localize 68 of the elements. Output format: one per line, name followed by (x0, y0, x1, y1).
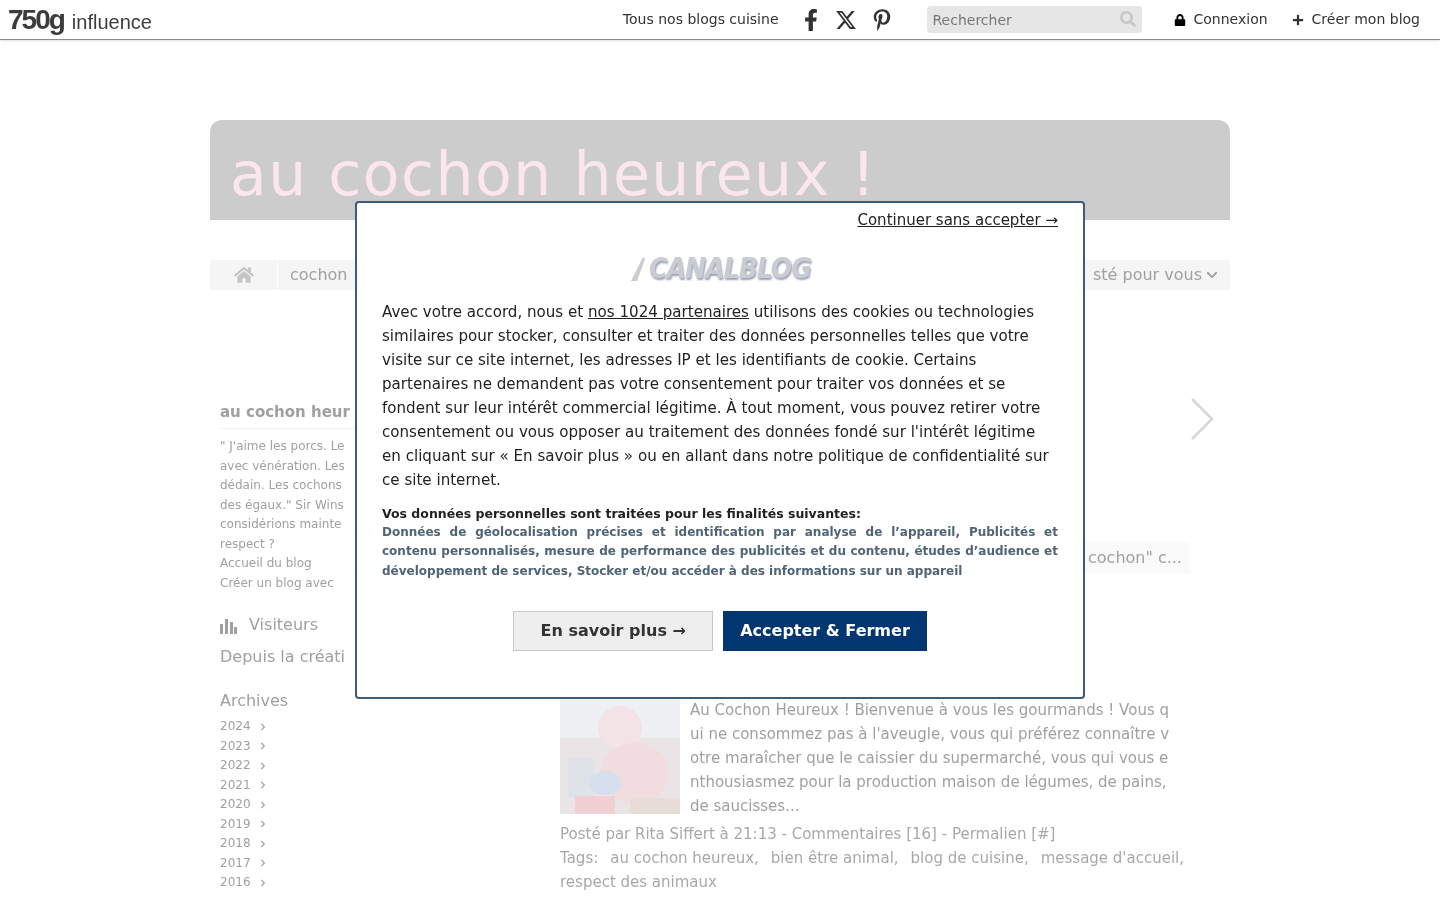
archive-year-link[interactable]: 2016 (220, 873, 267, 893)
chevron-icon (258, 761, 267, 770)
tags-label: Tags: (560, 848, 599, 869)
sidebar-link[interactable]: Créer un blog avec (220, 573, 334, 593)
partners-link[interactable]: nos 1024 partenaires (588, 302, 749, 321)
continue-without-accepting-link[interactable]: Continuer sans accepter → (857, 209, 1058, 232)
tag-link[interactable]: au cochon heureux, (610, 846, 759, 870)
archive-year-link[interactable]: 2021 (220, 775, 267, 795)
visitors-text: Depuis la créati (220, 647, 346, 666)
archive-year-link[interactable]: 2024 (220, 717, 267, 737)
logo-word[interactable]: influence (71, 6, 152, 37)
archive-year-link[interactable]: 2019 (220, 814, 267, 834)
accept-button[interactable]: Accepter & Fermer (723, 611, 927, 651)
purposes-text: Données de géolocalisation précises et identification par analyse de l’appareil, Publicités et contenu personnalisés, mesure de performance des publicités et du contenu, études d’audience et développement de services, Stocker et/ou accéder à des informations sur un appareil (382, 523, 1058, 580)
chevron-icon (258, 839, 267, 848)
home-icon (233, 265, 254, 285)
chevron-icon (258, 781, 267, 790)
article-text-line: otre maraîcher que le caissier du supermarché, vous qui vous e (690, 748, 1170, 769)
plus-icon (1291, 13, 1304, 26)
article-text-line: nthousiasmez pour la production maison de légumes, de pains, (690, 772, 1168, 793)
quote-line: considérions mainte (220, 516, 342, 533)
article-text-line: Au Cochon Heureux ! Bienvenue à vous les gourmands ! Vous q (690, 700, 1170, 721)
chevron-icon (258, 878, 267, 887)
login-link[interactable]: Connexion (1173, 9, 1268, 30)
archive-year-link[interactable]: 2022 (220, 756, 267, 776)
sidebar-link[interactable]: Accueil du blog (220, 554, 312, 574)
quote-line: respect ? (220, 535, 275, 553)
quote-line: " J'aime les porcs. Le (220, 438, 345, 455)
sidebar-title: au cochon heur (220, 403, 350, 421)
x-icon[interactable] (834, 8, 857, 31)
article-text-line: de saucisses... (690, 796, 801, 817)
lock-icon (1173, 13, 1186, 26)
search-field[interactable]: Rechercher (926, 6, 1142, 33)
purposes-title: Vos données personnelles sont traitées pour les finalités suivantes: (382, 504, 862, 523)
search-icon (1119, 11, 1136, 27)
article-text-line: ui ne consommez pas à l'aveugle, vous qui préférez connaître v (690, 724, 1170, 745)
archive-year-link[interactable]: 2018 (220, 834, 267, 854)
post-meta: Posté par Rita Siffert à 21:13 - Commentaires [16] - Permalien [#] (560, 824, 1057, 845)
blogs-link[interactable]: Tous nos blogs cuisine (622, 9, 779, 30)
bar-chart-icon (220, 616, 237, 634)
chevron-icon (258, 800, 267, 809)
visitors-title: Visiteurs (249, 614, 318, 636)
tag-link[interactable]: blog de cuisine, (910, 846, 1029, 870)
archive-year-link[interactable]: 2023 (220, 736, 267, 756)
chevron-icon (258, 820, 267, 829)
pinterest-icon[interactable] (872, 8, 891, 31)
archive-year-link[interactable]: 2020 (220, 795, 267, 815)
consent-text: Avec votre accord, nous et nos 1024 partenaires utilisons des cookies ou technologies similaires pour stocker, consulter et traiter des données personnelles telles que votre visite sur ce site internet, les adresses IP et les identifiants de cookie. Certains partenaires ne demandent pas votre consentement pour traiter vos données et se fondent sur leur intérêt commercial légitime. À tout moment, vous pouvez retirer votre consentement ou vous opposer au traitement des données fondé sur l'intérêt légitime en cliquant sur « En savoir plus » ou en allant dans notre politique de confidentialité sur ce site internet. (382, 301, 1050, 491)
caret-icon (1206, 269, 1218, 281)
slash-icon (629, 256, 645, 281)
tag-link[interactable]: message d'accueil, (1040, 846, 1185, 870)
quote-line: des égaux." Sir Wins (220, 496, 344, 514)
archive-year-link[interactable]: 2017 (220, 853, 267, 873)
nav-item[interactable]: cochon (278, 260, 360, 290)
tag-link[interactable]: bien être animal, (770, 846, 899, 870)
chevron-icon (258, 859, 267, 868)
archives-title: Archives (220, 691, 289, 710)
facebook-icon[interactable] (802, 8, 819, 31)
quote-line: dédain. Les cochons (220, 477, 342, 494)
chevron-icon (258, 742, 267, 751)
learn-more-button[interactable]: En savoir plus → (513, 611, 714, 651)
nav-item[interactable]: sté pour vous (1084, 260, 1226, 290)
chevron-icon (258, 722, 267, 731)
create-blog-link[interactable]: Créer mon blog (1291, 9, 1420, 30)
tag-link[interactable]: respect des animaux (560, 870, 717, 894)
logo-number[interactable]: 750g (8, 0, 64, 41)
quote-line: avec vénération. Les (220, 457, 345, 475)
canalblog-logo: CANALBLOG (629, 247, 811, 290)
